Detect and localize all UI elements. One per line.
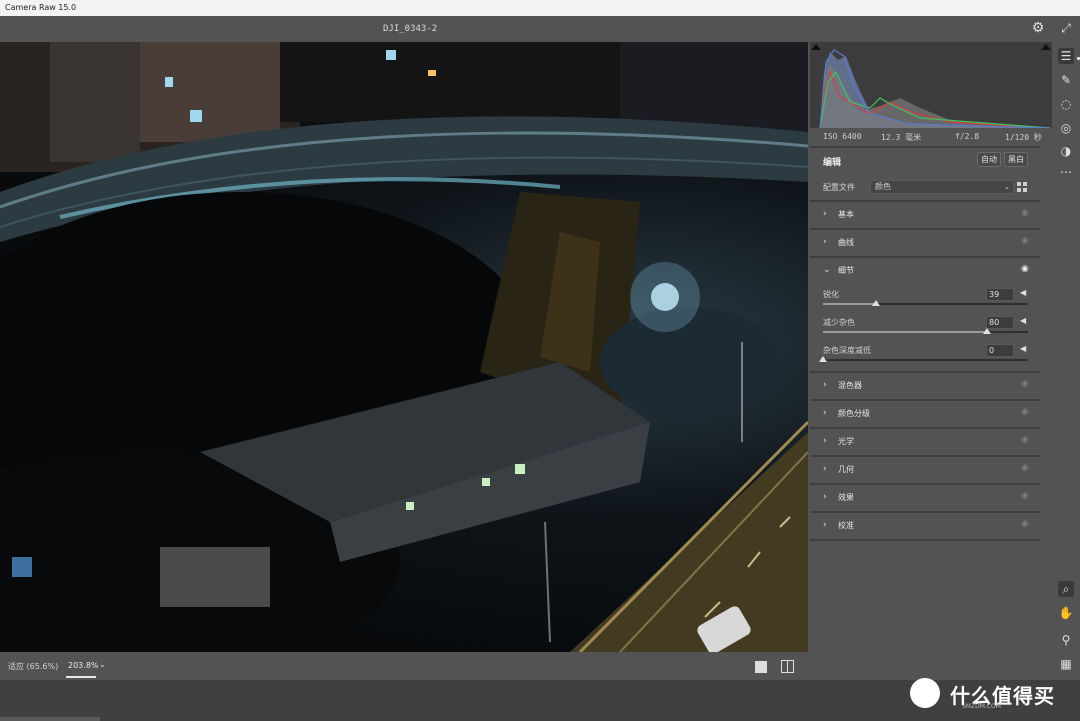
- zoom-icon[interactable]: ⌕: [1058, 581, 1074, 597]
- eye-icon[interactable]: ◉: [1021, 407, 1029, 417]
- section-label: 效果: [838, 493, 854, 502]
- window-title: Camera Raw 15.0: [5, 3, 77, 12]
- chevron-down-icon: ⌄: [1004, 183, 1010, 191]
- profile-label: 配置文件: [823, 183, 855, 192]
- color-noise-depth-value[interactable]: 0: [986, 344, 1014, 357]
- footer-strip: [0, 717, 100, 721]
- section-optics[interactable]: › 光学 ◉: [810, 429, 1040, 455]
- chevron-down-icon[interactable]: ⌄: [99, 660, 106, 669]
- divider: [810, 146, 1040, 148]
- before-after-icon[interactable]: [781, 660, 794, 673]
- slider-fill: [823, 303, 876, 305]
- section-color-grading[interactable]: › 颜色分级 ◉: [810, 401, 1040, 427]
- chevron-down-icon: ⌄: [823, 265, 831, 275]
- zoom-fit-button[interactable]: 适应 (65.6%): [8, 661, 58, 672]
- chevron-right-icon: ›: [823, 436, 827, 446]
- profile-dropdown[interactable]: 颜色 ⌄: [870, 180, 1014, 194]
- chevron-right-icon: ›: [823, 209, 827, 219]
- section-basic[interactable]: › 基本 ◉: [810, 202, 1040, 228]
- grid-icon[interactable]: ▦: [1058, 656, 1074, 672]
- section-calibration[interactable]: › 校准 ◉: [810, 513, 1040, 539]
- highlight-clipping-icon[interactable]: [1041, 44, 1051, 50]
- color-noise-depth-label: 杂色深度减低: [823, 346, 871, 355]
- zoom-active-indicator: [66, 676, 96, 678]
- eye-icon[interactable]: ◉: [1021, 208, 1029, 218]
- masking-icon[interactable]: ◌: [1058, 96, 1074, 112]
- section-label: 颜色分级: [838, 409, 870, 418]
- histogram-graph: [819, 49, 1051, 128]
- eyedropper-icon[interactable]: ⚲: [1058, 632, 1074, 648]
- histogram: [810, 42, 1052, 128]
- section-label: 几何: [838, 465, 854, 474]
- sharpening-label: 锐化: [823, 290, 839, 299]
- profile-value: 颜色: [875, 182, 891, 191]
- image-filename: DJI_0343-2: [383, 24, 438, 34]
- shadow-clipping-icon[interactable]: [811, 44, 821, 50]
- sharpening-slider[interactable]: [823, 300, 1028, 306]
- chevron-right-icon: ›: [823, 380, 827, 390]
- zoom-level-button[interactable]: 203.8%: [68, 661, 99, 670]
- chevron-right-icon: ›: [823, 492, 827, 502]
- exif-focal: 12.3 毫米: [881, 133, 922, 142]
- reset-icon[interactable]: ◀: [1020, 344, 1026, 353]
- reset-icon[interactable]: ◀: [1020, 288, 1026, 297]
- section-label: 光学: [838, 437, 854, 446]
- watermark-sub: SMZDM.COM: [962, 703, 1001, 710]
- divider: [810, 539, 1040, 541]
- image-preview[interactable]: [0, 42, 808, 652]
- chevron-right-icon: ›: [823, 237, 827, 247]
- reset-icon[interactable]: ◀: [1020, 316, 1026, 325]
- red-eye-icon[interactable]: ◎: [1058, 120, 1074, 136]
- chevron-right-icon: ›: [823, 464, 827, 474]
- sharpening-value[interactable]: 39: [986, 288, 1014, 301]
- slider-fill: [823, 331, 987, 333]
- eye-icon[interactable]: ◉: [1021, 463, 1029, 473]
- section-label: 细节: [838, 266, 854, 275]
- edit-sliders-icon[interactable]: ☰: [1058, 48, 1074, 64]
- eye-icon[interactable]: ◉: [1021, 435, 1029, 445]
- exif-iso: ISO 6400: [823, 132, 862, 141]
- section-color-mixer[interactable]: › 混色器 ◉: [810, 373, 1040, 399]
- section-effects[interactable]: › 效果 ◉: [810, 485, 1040, 511]
- eye-icon[interactable]: ◉: [1021, 519, 1029, 529]
- eye-icon[interactable]: ◉: [1021, 236, 1029, 246]
- black-white-button[interactable]: 黑白: [1004, 152, 1028, 167]
- section-geometry[interactable]: › 几何 ◉: [810, 457, 1040, 483]
- gear-icon[interactable]: ⚙: [1030, 20, 1046, 36]
- eye-icon[interactable]: ◉: [1021, 491, 1029, 501]
- healing-brush-icon[interactable]: ✎: [1058, 72, 1074, 88]
- slider-thumb[interactable]: [819, 356, 827, 362]
- section-curves[interactable]: › 曲线 ◉: [810, 230, 1040, 256]
- section-detail[interactable]: ⌄ 细节 ◉: [810, 258, 1040, 284]
- profile-browser-icon[interactable]: [1017, 182, 1027, 192]
- color-noise-depth-slider[interactable]: [819, 356, 1028, 362]
- top-toolbar: [0, 16, 1080, 42]
- noise-reduction-slider[interactable]: [823, 328, 1028, 334]
- presets-icon[interactable]: ◑: [1058, 143, 1074, 159]
- noise-reduction-label: 减少杂色: [823, 318, 855, 327]
- section-label: 混色器: [838, 381, 862, 390]
- slider-thumb[interactable]: [872, 300, 880, 306]
- single-view-icon[interactable]: [755, 661, 767, 673]
- hand-icon[interactable]: ✋: [1058, 605, 1074, 621]
- night-city-photo: [0, 42, 808, 652]
- window-titlebar: Camera Raw 15.0: [0, 0, 1080, 16]
- exif-aperture: f/2.8: [955, 132, 980, 141]
- eye-icon[interactable]: ◉: [1021, 264, 1029, 274]
- watermark-logo: [910, 678, 940, 708]
- expand-icon[interactable]: ⤢: [1058, 20, 1074, 36]
- section-label: 基本: [838, 210, 854, 219]
- chevron-right-icon: ›: [823, 520, 827, 530]
- chevron-right-icon: ›: [823, 408, 827, 418]
- eye-icon[interactable]: ◉: [1021, 379, 1029, 389]
- more-icon[interactable]: ⋯: [1058, 164, 1074, 180]
- section-label: 校准: [838, 521, 854, 530]
- slider-thumb[interactable]: [983, 328, 991, 334]
- bottom-bar: [0, 652, 808, 680]
- edit-title: 编辑: [823, 158, 842, 168]
- section-label: 曲线: [838, 238, 854, 247]
- auto-button[interactable]: 自动: [977, 152, 1001, 167]
- exif-shutter: 1/120 秒: [1005, 133, 1042, 142]
